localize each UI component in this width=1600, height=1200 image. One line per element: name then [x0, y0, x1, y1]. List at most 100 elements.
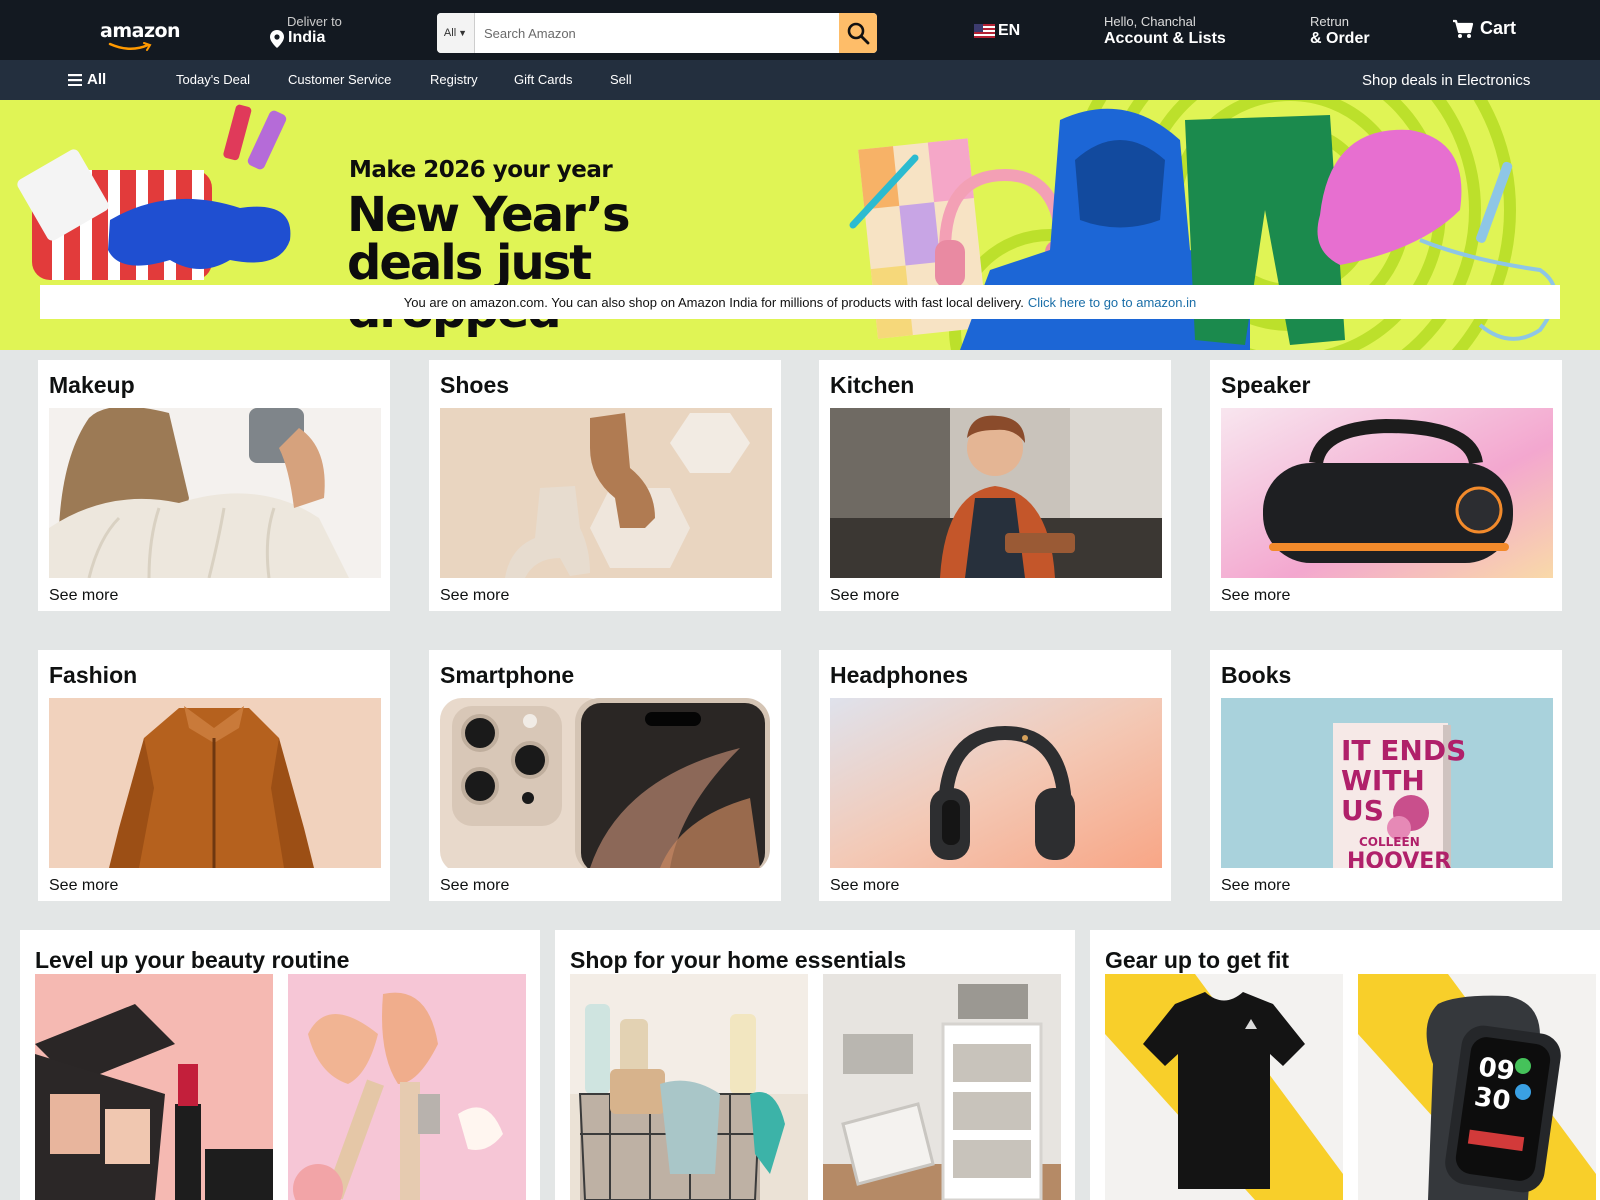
us-flag-icon: [974, 24, 995, 38]
books-photo: IT ENDS WITH US COLLEEN HOOVER: [1221, 698, 1553, 868]
logo-wordmark: amazon: [100, 20, 181, 42]
tshirt-photo: [1105, 974, 1343, 1200]
home-image-cleaning[interactable]: [570, 974, 808, 1200]
language-selector[interactable]: EN: [974, 22, 1020, 40]
watch-minute: 30: [1472, 1082, 1512, 1117]
nav-item-gift-cards[interactable]: Gift Cards: [514, 72, 573, 87]
search-input[interactable]: [475, 13, 839, 53]
category-title: Makeup: [49, 372, 135, 398]
see-more-link[interactable]: See more: [1221, 587, 1290, 605]
smartphone-photo: [440, 698, 772, 868]
region-notice: You are on amazon.com. You can also shop…: [40, 285, 1560, 319]
category-card-kitchen[interactable]: Kitchen See more: [819, 360, 1171, 611]
category-card-fashion[interactable]: Fashion See more: [38, 650, 390, 901]
cart-button[interactable]: Cart: [1452, 18, 1516, 39]
category-title: Speaker: [1221, 372, 1311, 398]
search-icon: [847, 22, 870, 45]
see-more-link[interactable]: See more: [830, 877, 899, 895]
region-notice-text: You are on amazon.com. You can also shop…: [403, 294, 1024, 310]
account-lists[interactable]: Hello, Chanchal Account & Lists: [1104, 14, 1226, 48]
speaker-photo: [1221, 408, 1553, 578]
language-code: EN: [998, 22, 1021, 39]
nav-item-sell[interactable]: Sell: [610, 72, 632, 87]
account-greeting: Hello, Chanchal: [1104, 14, 1196, 29]
panel-title: Level up your beauty routine: [35, 947, 350, 973]
cart-label: Cart: [1480, 18, 1517, 38]
category-card-makeup[interactable]: Makeup See more: [38, 360, 390, 611]
category-title: Fashion: [49, 662, 138, 688]
book-title-line-3: US: [1341, 794, 1384, 827]
cleaning-basket-photo: [570, 974, 808, 1200]
storage-shelf-photo: [823, 974, 1061, 1200]
watch-hour: 09: [1476, 1052, 1516, 1087]
category-image-makeup[interactable]: [49, 408, 381, 578]
fit-image-smartwatch[interactable]: 09 30: [1358, 974, 1596, 1200]
see-more-link[interactable]: See more: [440, 587, 509, 605]
nav-promo-electronics[interactable]: Shop deals in Electronics: [1362, 72, 1530, 89]
category-title: Kitchen: [830, 372, 915, 398]
category-card-smartphone[interactable]: Smartphone See more: [429, 650, 781, 901]
category-card-speaker[interactable]: Speaker See more: [1210, 360, 1562, 611]
headphones-photo: [830, 698, 1162, 868]
category-card-books[interactable]: Books IT ENDS WITH US COLLEEN HOOVER See…: [1210, 650, 1562, 901]
category-image-kitchen[interactable]: [830, 408, 1162, 578]
category-image-fashion[interactable]: [49, 698, 381, 868]
chevron-down-icon: ▼: [458, 28, 468, 38]
amazon-logo[interactable]: amazon: [100, 20, 181, 51]
category-title: Shoes: [440, 372, 510, 398]
deliver-label: Deliver to: [287, 14, 342, 29]
makeup-photo: [49, 408, 381, 578]
makeup-brushes-photo: [288, 974, 526, 1200]
see-more-link[interactable]: See more: [1221, 877, 1290, 895]
panel-home-essentials[interactable]: Shop for your home essentials: [555, 930, 1075, 1200]
beauty-image-compact[interactable]: [35, 974, 273, 1200]
category-image-shoes[interactable]: [440, 408, 772, 578]
returns-label: Retrun: [1310, 14, 1350, 29]
search-category-select[interactable]: All ▼: [437, 13, 475, 53]
book-author-surname: HOOVER: [1347, 849, 1451, 868]
book-author: COLLEEN: [1359, 835, 1420, 849]
see-more-link[interactable]: See more: [49, 587, 118, 605]
see-more-link[interactable]: See more: [440, 877, 509, 895]
category-title: Smartphone: [440, 662, 575, 688]
orders-label: & Order: [1310, 30, 1370, 47]
kitchen-photo: [830, 408, 1162, 578]
book-title-line-1: IT ENDS: [1341, 734, 1466, 767]
category-title: Headphones: [830, 662, 969, 688]
panel-title: Shop for your home essentials: [570, 947, 907, 973]
logo-smile-icon: [108, 42, 152, 51]
nav-item-customer-service[interactable]: Customer Service: [288, 72, 391, 87]
smartwatch-photo: 09 30: [1358, 974, 1596, 1200]
search-category-label: All: [443, 27, 457, 39]
hero-eyebrow: Make 2026 your year: [349, 157, 613, 183]
nav-item-todays-deal[interactable]: Today's Deal: [176, 72, 250, 87]
panel-get-fit[interactable]: Gear up to get fit 09 30: [1090, 930, 1600, 1200]
category-image-headphones[interactable]: [830, 698, 1162, 868]
fashion-photo: [49, 698, 381, 868]
shoes-photo: [440, 408, 772, 578]
book-title-line-2: WITH: [1341, 764, 1425, 797]
fit-image-tshirt[interactable]: [1105, 974, 1343, 1200]
category-card-headphones[interactable]: Headphones See more: [819, 650, 1171, 901]
nav-item-registry[interactable]: Registry: [430, 72, 478, 87]
panel-beauty-routine[interactable]: Level up your beauty routine: [20, 930, 540, 1200]
all-menu-label: All: [87, 71, 107, 88]
category-image-smartphone[interactable]: [440, 698, 772, 868]
category-card-shoes[interactable]: Shoes See more: [429, 360, 781, 611]
category-image-books[interactable]: IT ENDS WITH US COLLEEN HOOVER: [1221, 698, 1553, 868]
top-header: amazon Deliver to India All ▼ Search Ama…: [0, 0, 1600, 60]
location-pin-icon: [270, 30, 284, 48]
returns-orders[interactable]: Retrun & Order: [1310, 14, 1370, 48]
search-button[interactable]: [839, 13, 877, 53]
see-more-link[interactable]: See more: [49, 877, 118, 895]
category-image-speaker[interactable]: [1221, 408, 1553, 578]
beauty-image-brushes[interactable]: [288, 974, 526, 1200]
home-image-storage[interactable]: [823, 974, 1061, 1200]
compact-lipstick-photo: [35, 974, 273, 1200]
amazon-in-link[interactable]: Click here to go to amazon.in: [1028, 295, 1196, 310]
all-menu-button[interactable]: All: [68, 71, 106, 88]
nav-bar: All Today's Deal Customer Service Regist…: [0, 60, 1600, 100]
see-more-link[interactable]: See more: [830, 587, 899, 605]
cart-icon: [1453, 19, 1474, 38]
deliver-location: India: [288, 29, 326, 46]
